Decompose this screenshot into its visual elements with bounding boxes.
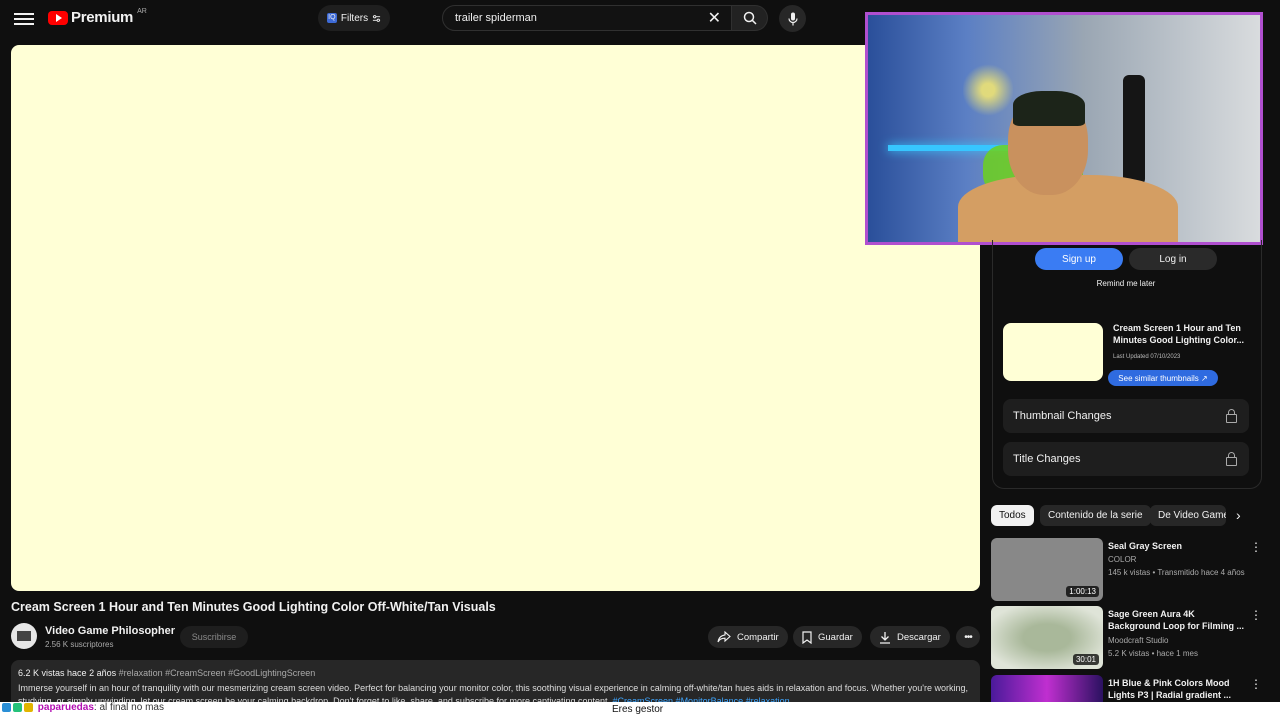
duration-badge: 30:01 — [1072, 654, 1099, 665]
video-title: Cream Screen 1 Hour and Ten Minutes Good… — [11, 600, 496, 614]
channel-name[interactable]: Video Game Philosopher — [45, 625, 175, 637]
voice-search-button[interactable] — [779, 5, 806, 32]
save-button[interactable]: Guardar — [793, 626, 862, 648]
search-button[interactable] — [732, 5, 768, 31]
video-player[interactable] — [11, 45, 980, 591]
filters-extension-icon: IQ — [326, 13, 337, 23]
chevron-right-icon[interactable]: › — [1236, 507, 1241, 523]
share-label: Compartir — [737, 631, 779, 643]
chip-series-content[interactable]: Contenido de la serie — [1040, 505, 1151, 526]
more-vert-icon[interactable]: ⋮ — [1250, 540, 1262, 554]
streaming-microphone — [1123, 75, 1145, 185]
filters-button[interactable]: IQ Filters — [318, 5, 390, 31]
chat-username: paparuedas — [37, 702, 94, 713]
thumbnail-changes-row[interactable]: Thumbnail Changes — [1003, 399, 1249, 433]
search-input[interactable] — [453, 11, 708, 25]
chat-text: : al final no mas — [93, 702, 164, 713]
youtube-play-icon — [48, 10, 68, 25]
download-label: Descargar — [897, 631, 941, 643]
more-vert-icon[interactable]: ⋮ — [1250, 608, 1262, 622]
clear-search-icon[interactable]: ✕ — [708, 8, 721, 28]
description-meta: 6.2 K vistas hace 2 años #relaxation #Cr… — [18, 668, 315, 678]
download-button[interactable]: Descargar — [870, 626, 950, 648]
streamer-cap — [1013, 91, 1085, 126]
see-similar-thumbnails-button[interactable]: See similar thumbnails ↗ — [1108, 370, 1218, 386]
share-icon — [717, 631, 731, 643]
subscriber-count: 2.56 K suscriptores — [45, 640, 114, 649]
search-box: ✕ — [442, 5, 732, 31]
thumbnail-changes-label: Thumbnail Changes — [1013, 410, 1112, 422]
title-changes-label: Title Changes — [1013, 453, 1081, 465]
menu-icon[interactable] — [14, 10, 34, 28]
sign-up-button[interactable]: Sign up — [1035, 248, 1123, 270]
webcam-overlay — [865, 12, 1263, 245]
chat-message: paparuedas: al final no mas — [2, 702, 164, 713]
upload-age: hace 2 años — [67, 668, 117, 678]
overlay-center-text: Eres gestor — [612, 704, 664, 715]
related-channel[interactable]: COLOR — [1108, 553, 1136, 566]
related-title[interactable]: Seal Gray Screen — [1108, 540, 1246, 552]
save-label: Guardar — [818, 631, 853, 643]
thumbnail-card-title: Cream Screen 1 Hour and Ten Minutes Good… — [1113, 323, 1244, 345]
lock-icon — [1226, 408, 1237, 423]
badge-icon — [24, 702, 33, 712]
download-icon — [880, 631, 890, 644]
title-changes-row[interactable]: Title Changes — [1003, 442, 1249, 476]
more-actions-button[interactable]: ••• — [956, 626, 980, 648]
chip-all[interactable]: Todos — [991, 505, 1034, 526]
related-thumbnail[interactable]: 1:00:13 — [991, 538, 1103, 601]
thumbnail-preview — [1003, 323, 1103, 381]
youtube-premium-logo[interactable]: Premium AR — [48, 8, 147, 26]
share-button[interactable]: Compartir — [708, 626, 788, 648]
remind-later-link[interactable]: Remind me later — [1040, 279, 1212, 288]
view-count: 6.2 K vistas — [18, 668, 65, 678]
related-thumbnail[interactable] — [991, 675, 1103, 703]
search-icon — [743, 11, 757, 25]
related-meta: 145 k vistas • Transmitido hace 4 años — [1108, 568, 1245, 577]
badge-icon — [2, 702, 11, 712]
bookmark-icon — [802, 630, 812, 644]
subscribe-button[interactable]: Suscribirse — [180, 626, 248, 648]
related-thumbnail[interactable]: 30:01 — [991, 606, 1103, 669]
region-code: AR — [137, 8, 147, 15]
chip-from-channel[interactable]: De Video Game Philosopher — [1150, 505, 1226, 526]
related-channel[interactable]: Moodcraft Studio — [1108, 634, 1168, 647]
related-title[interactable]: 1H Blue & Pink Colors Mood Lights P3 | R… — [1108, 677, 1246, 701]
lock-icon — [1226, 451, 1237, 466]
channel-avatar[interactable] — [11, 623, 37, 649]
microphone-icon — [787, 12, 798, 25]
related-title[interactable]: Sage Green Aura 4K Background Loop for F… — [1108, 608, 1246, 632]
filters-label: Filters — [340, 12, 369, 24]
more-vert-icon[interactable]: ⋮ — [1250, 677, 1262, 691]
log-in-button[interactable]: Log in — [1129, 248, 1217, 270]
related-meta: 5.2 K vistas • hace 1 mes — [1108, 649, 1198, 658]
fairy-lights — [963, 55, 1013, 125]
last-updated-text: Last Updated 07/10/2023 — [1113, 354, 1181, 360]
duration-badge: 1:00:13 — [1066, 586, 1099, 597]
hashtags[interactable]: #relaxation #CreamScreen #GoodLightingSc… — [119, 668, 316, 678]
badge-icon — [13, 702, 22, 712]
brand-name: Premium — [71, 9, 134, 26]
sliders-icon — [373, 14, 381, 22]
